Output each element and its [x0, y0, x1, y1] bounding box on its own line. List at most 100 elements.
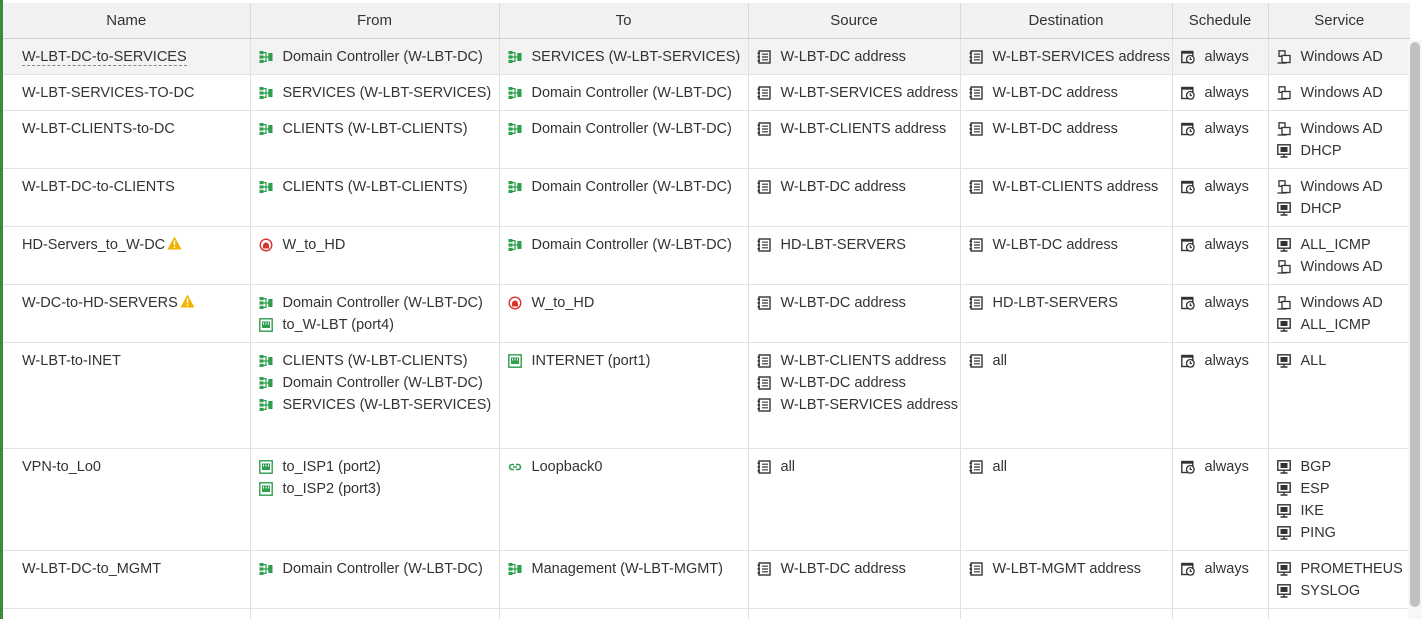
service-entry[interactable]: ESP	[1276, 478, 1403, 500]
from-entry[interactable]: Domain Controller (W-LBT-DC)	[259, 372, 491, 394]
service-entry[interactable]: ALL	[1276, 350, 1403, 372]
to-entry[interactable]: Domain Controller (W-LBT-DC)	[508, 234, 740, 256]
service-entry[interactable]: ALL_ICMP	[1276, 314, 1403, 336]
policy-name[interactable]: VPN-to_Lo0	[22, 459, 101, 475]
service-entry[interactable]: Windows AD	[1277, 46, 1403, 68]
from-entry[interactable]: CLIENTS (W-LBT-CLIENTS)	[259, 118, 491, 140]
from-entry[interactable]: Domain Controller (W-LBT-DC)	[259, 46, 491, 68]
to-entry[interactable]: Domain Controller (W-LBT-DC)	[508, 118, 740, 140]
column-header-from[interactable]: From	[250, 3, 500, 39]
source-entry[interactable]: W-LBT-SERVICES address	[757, 394, 958, 416]
destination-entry[interactable]: W-LBT-SERVICES address	[969, 46, 1170, 68]
service-entry[interactable]: ALL_ICMP	[1276, 234, 1403, 256]
column-header-schedule[interactable]: Schedule	[1172, 3, 1269, 39]
source-entry[interactable]: W-LBT-CLIENTS address	[757, 350, 952, 372]
service-entry[interactable]: Windows AD	[1277, 176, 1403, 198]
to-entry[interactable]: W_to_HD	[507, 292, 740, 314]
from-entry[interactable]: W_to_HD	[258, 234, 491, 256]
source-entry[interactable]: W-LBT-SERVICES address	[757, 82, 958, 104]
source-entry[interactable]: W-LBT-CLIENTS address	[757, 118, 952, 140]
column-header-destination[interactable]: Destination	[960, 3, 1173, 39]
service-entry[interactable]: Windows AD	[1277, 292, 1403, 314]
table-row[interactable]: HD-Servers_to_W-DC W_to_HD Domain Controll…	[3, 226, 1410, 285]
destination-entry[interactable]: W-LBT-MGMT address	[969, 558, 1164, 580]
column-header-source[interactable]: Source	[748, 3, 961, 39]
schedule-entry[interactable]: always	[1180, 456, 1260, 478]
to-entry[interactable]: SERVICES (W-LBT-SERVICES)	[508, 46, 740, 68]
policy-name[interactable]: HD-Servers_to_W-DC	[22, 237, 165, 253]
table-row[interactable]: W-DC-to-HD-SERVERS Domain Controller (W-L…	[3, 284, 1410, 343]
service-entry[interactable]: PING	[1276, 522, 1403, 544]
cell-name[interactable]: W-LBT-DC-to-SERVICES	[3, 38, 251, 75]
destination-entry[interactable]: HD-LBT-SERVERS	[969, 292, 1164, 314]
from-entry[interactable]: SERVICES (W-LBT-SERVICES)	[259, 394, 491, 416]
scrollbar-thumb[interactable]	[1410, 42, 1420, 607]
schedule-entry[interactable]: always	[1180, 176, 1260, 198]
from-entry[interactable]: Domain Controller (W-LBT-DC)	[259, 558, 491, 580]
from-entry[interactable]: to_ISP1 (port2)	[258, 456, 491, 478]
schedule-entry[interactable]: always	[1180, 82, 1260, 104]
to-entry[interactable]: Loopback0	[508, 456, 740, 478]
table-row[interactable]: W-LBT-to-INET CLIENTS (W-LBT-CLIENTS) Doma…	[3, 342, 1410, 449]
from-entry[interactable]: SERVICES (W-LBT-SERVICES)	[259, 82, 491, 104]
destination-entry[interactable]: W-LBT-DC address	[969, 82, 1164, 104]
source-entry[interactable]: W-LBT-DC address	[757, 558, 952, 580]
service-entry[interactable]: IKE	[1276, 500, 1403, 522]
service-entry[interactable]: Windows AD	[1277, 256, 1403, 278]
cell-name[interactable]: VPN-to_Lo0	[3, 448, 251, 551]
cell-name[interactable]: W-LBT-DC-to_MGMT	[3, 550, 251, 609]
service-entry[interactable]: BGP	[1276, 456, 1403, 478]
column-header-to[interactable]: To	[499, 3, 749, 39]
to-entry[interactable]: Domain Controller (W-LBT-DC)	[508, 82, 740, 104]
schedule-entry[interactable]: always	[1180, 558, 1260, 580]
table-row[interactable]: vpn_W-LBT-MCD-VPN_remote_0W-LBT-MCD-VPNC…	[3, 608, 1410, 619]
warning-icon[interactable]	[180, 293, 195, 315]
cell-name[interactable]: W-DC-to-HD-SERVERS	[3, 284, 251, 343]
policy-name[interactable]: W-DC-to-HD-SERVERS	[22, 295, 178, 311]
warning-icon[interactable]	[167, 235, 182, 257]
destination-entry[interactable]: W-LBT-DC address	[969, 118, 1164, 140]
policy-name[interactable]: W-LBT-DC-to_MGMT	[22, 561, 161, 577]
to-entry[interactable]: INTERNET (port1)	[507, 350, 740, 372]
from-entry[interactable]: to_ISP2 (port3)	[258, 478, 491, 500]
policy-name[interactable]: W-LBT-CLIENTS-to-DC	[22, 121, 175, 137]
table-row[interactable]: VPN-to_Lo0 to_ISP1 (port2) to_ISP2 (port3)…	[3, 448, 1410, 551]
to-entry[interactable]: Management (W-LBT-MGMT)	[508, 558, 740, 580]
from-entry[interactable]: CLIENTS (W-LBT-CLIENTS)	[259, 350, 491, 372]
cell-name[interactable]: HD-Servers_to_W-DC	[3, 226, 251, 285]
cell-name[interactable]: W-LBT-to-INET	[3, 342, 251, 449]
source-entry[interactable]: all	[757, 456, 952, 478]
column-header-service[interactable]: Service	[1268, 3, 1410, 39]
schedule-entry[interactable]: always	[1180, 46, 1260, 68]
column-header-name[interactable]: Name	[3, 3, 251, 39]
table-row[interactable]: W-LBT-DC-to_MGMT Domain Controller (W-LBT…	[3, 550, 1410, 609]
source-entry[interactable]: W-LBT-DC address	[757, 292, 952, 314]
from-entry[interactable]: to_W-LBT (port4)	[258, 314, 491, 336]
policy-name[interactable]: W-LBT-SERVICES-TO-DC	[22, 85, 194, 101]
service-entry[interactable]: SYSLOG	[1276, 580, 1403, 602]
source-entry[interactable]: W-LBT-DC address	[757, 46, 952, 68]
destination-entry[interactable]: all	[969, 350, 1164, 372]
cell-name[interactable]: W-LBT-CLIENTS-to-DC	[3, 110, 251, 169]
schedule-entry[interactable]: always	[1180, 292, 1260, 314]
policy-name[interactable]: W-LBT-DC-to-CLIENTS	[22, 179, 175, 195]
policy-name[interactable]: W-LBT-DC-to-SERVICES	[22, 49, 187, 66]
service-entry[interactable]: DHCP	[1276, 140, 1403, 162]
to-entry[interactable]: Domain Controller (W-LBT-DC)	[508, 176, 740, 198]
service-entry[interactable]: Windows AD	[1277, 118, 1403, 140]
from-entry[interactable]: CLIENTS (W-LBT-CLIENTS)	[259, 176, 491, 198]
table-row[interactable]: W-LBT-CLIENTS-to-DC CLIENTS (W-LBT-CLIENT…	[3, 110, 1410, 169]
cell-name[interactable]: W-LBT-DC-to-CLIENTS	[3, 168, 251, 227]
schedule-entry[interactable]: always	[1180, 234, 1260, 256]
destination-entry[interactable]: W-LBT-DC address	[969, 234, 1164, 256]
source-entry[interactable]: W-LBT-DC address	[757, 176, 952, 198]
table-row[interactable]: W-LBT-DC-to-SERVICES Domain Controller (W…	[3, 38, 1410, 75]
service-entry[interactable]: DHCP	[1276, 198, 1403, 220]
service-entry[interactable]: PROMETHEUS	[1276, 558, 1403, 580]
from-entry[interactable]: Domain Controller (W-LBT-DC)	[259, 292, 491, 314]
policy-name[interactable]: W-LBT-to-INET	[22, 353, 121, 369]
destination-entry[interactable]: all	[969, 456, 1164, 478]
service-entry[interactable]: Windows AD	[1277, 82, 1403, 104]
source-entry[interactable]: W-LBT-DC address	[757, 372, 952, 394]
schedule-entry[interactable]: always	[1180, 350, 1260, 372]
